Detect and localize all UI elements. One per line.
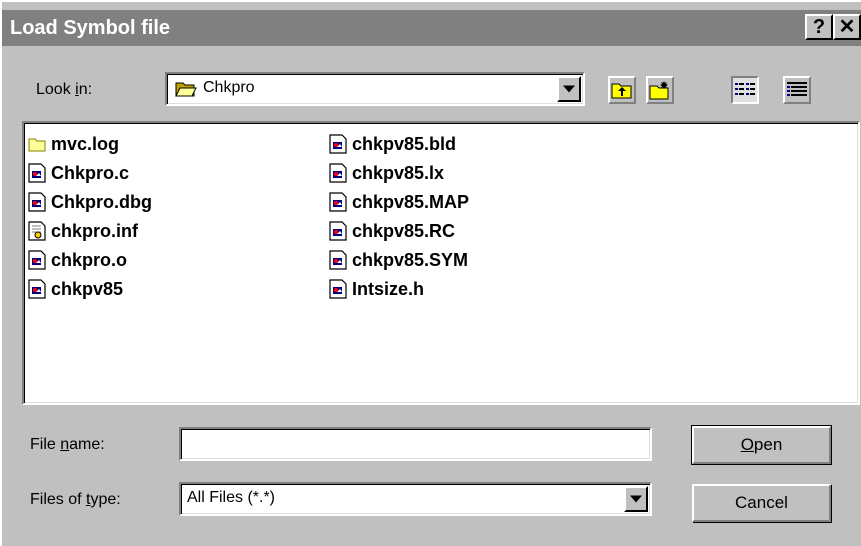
file-icon bbox=[28, 279, 46, 299]
details-view-button[interactable] bbox=[783, 76, 811, 104]
look-in-combo[interactable]: Chkpro bbox=[165, 72, 585, 106]
open-folder-icon bbox=[175, 82, 197, 97]
file-list-item[interactable]: chkpv85.RC bbox=[329, 220, 455, 242]
help-icon: ? bbox=[812, 16, 826, 38]
chevron-down-icon bbox=[563, 85, 575, 93]
list-view-button[interactable] bbox=[731, 76, 759, 104]
file-name: Chkpro.c bbox=[51, 162, 130, 183]
file-name: chkpv85.SYM bbox=[352, 249, 469, 270]
list-view-icon bbox=[735, 83, 755, 95]
file-list-item[interactable]: chkpv85.bld bbox=[329, 133, 456, 155]
look-in-dropdown-button[interactable] bbox=[557, 76, 581, 102]
file-list-item[interactable]: mvc.log bbox=[28, 133, 119, 155]
file-list-item[interactable]: chkpv85.MAP bbox=[329, 191, 469, 213]
help-button[interactable]: ? bbox=[805, 14, 833, 40]
file-icon bbox=[28, 192, 46, 212]
file-type-value: All Files (*.*) bbox=[187, 489, 276, 506]
file-icon bbox=[329, 221, 347, 241]
file-name: chkpv85.bld bbox=[352, 133, 457, 154]
file-name-label: File name: bbox=[30, 436, 105, 453]
new-folder-icon bbox=[649, 81, 669, 100]
file-icon bbox=[329, 163, 347, 183]
file-name: mvc.log bbox=[51, 133, 120, 154]
file-icon bbox=[329, 192, 347, 212]
create-new-folder-button[interactable] bbox=[646, 76, 674, 104]
look-in-value: Chkpro bbox=[203, 79, 255, 96]
file-list-item[interactable]: chkpv85.SYM bbox=[329, 249, 468, 271]
close-icon: ✕ bbox=[838, 16, 856, 38]
file-list-item[interactable]: chkpv85 bbox=[28, 278, 123, 300]
look-in-label: Look in: bbox=[36, 81, 93, 98]
cancel-button[interactable]: Cancel bbox=[692, 484, 831, 522]
file-list-item[interactable]: chkpv85.lx bbox=[329, 162, 444, 184]
details-view-icon bbox=[787, 82, 807, 96]
file-type-combo[interactable]: All Files (*.*) bbox=[179, 482, 652, 516]
file-name-input[interactable] bbox=[179, 427, 652, 461]
file-list-item[interactable]: chkpro.o bbox=[28, 249, 127, 271]
file-icon bbox=[28, 250, 46, 270]
dialog-title: Load Symbol file bbox=[10, 17, 171, 39]
file-list-item[interactable]: Chkpro.c bbox=[28, 162, 129, 184]
file-icon bbox=[28, 163, 46, 183]
file-list-item[interactable]: chkpro.inf bbox=[28, 220, 138, 242]
settings-file-icon bbox=[28, 221, 46, 241]
file-name: chkpv85 bbox=[51, 278, 124, 299]
file-list-item[interactable]: Intsize.h bbox=[329, 278, 424, 300]
file-name: chkpv85.RC bbox=[352, 220, 456, 241]
file-icon bbox=[329, 279, 347, 299]
file-list[interactable]: mvc.log Chkpro.c Chkpro.dbg chkpro.inf chkpr… bbox=[22, 121, 860, 405]
file-name: chkpro.o bbox=[51, 249, 128, 270]
file-type-label: Files of type: bbox=[30, 491, 121, 508]
file-list-item[interactable]: Chkpro.dbg bbox=[28, 191, 152, 213]
up-folder-icon bbox=[611, 83, 632, 99]
folder-icon bbox=[28, 138, 46, 152]
file-name: Intsize.h bbox=[352, 278, 425, 299]
load-symbol-dialog: Load Symbol file ? ✕ Look in: Chkpro mvc… bbox=[0, 0, 861, 546]
file-name: chkpv85.MAP bbox=[352, 191, 470, 212]
up-one-level-button[interactable] bbox=[608, 76, 636, 104]
close-button[interactable]: ✕ bbox=[833, 14, 861, 40]
file-icon bbox=[329, 134, 347, 154]
file-type-dropdown-button[interactable] bbox=[624, 486, 648, 512]
file-name: chkpro.inf bbox=[51, 220, 139, 241]
file-icon bbox=[329, 250, 347, 270]
file-name: chkpv85.lx bbox=[352, 162, 445, 183]
chevron-down-icon bbox=[630, 495, 642, 503]
file-name: Chkpro.dbg bbox=[51, 191, 152, 212]
title-bar[interactable]: Load Symbol file bbox=[2, 10, 861, 46]
open-button[interactable]: Open bbox=[691, 425, 832, 465]
